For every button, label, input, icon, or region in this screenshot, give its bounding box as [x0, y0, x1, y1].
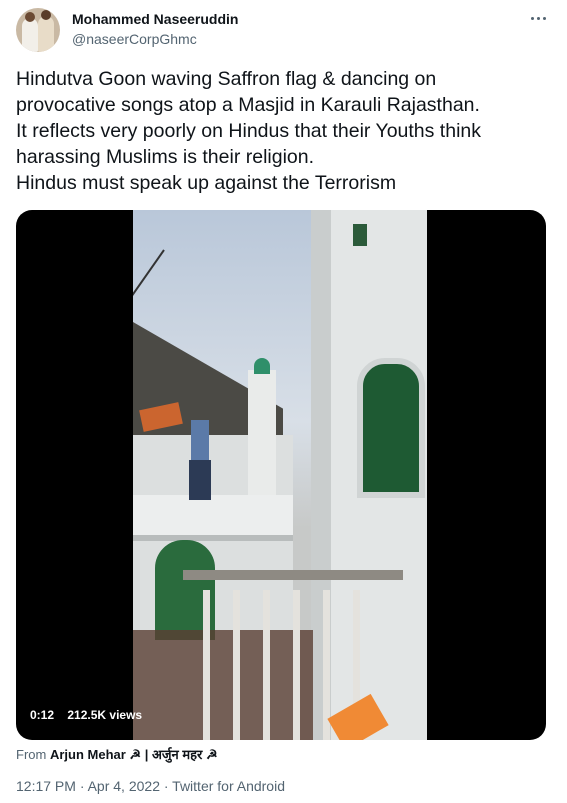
attribution-prefix: From: [16, 747, 47, 762]
video-stats: 0:12 212.5K views: [30, 708, 152, 722]
video-attribution: From Arjun Mehar ☭ | अर्जुन महर ☭: [16, 745, 218, 763]
tweet-text: Hindutva Goon waving Saffron flag & danc…: [16, 68, 482, 194]
author-name[interactable]: Mohammed Naseeruddin: [72, 11, 238, 27]
tweet-meta[interactable]: 12:17 PM · Apr 4, 2022 · Twitter for And…: [16, 778, 285, 794]
video-frame: [133, 210, 427, 740]
author-handle[interactable]: @naseerCorpGhmc: [72, 31, 197, 47]
video-views: 212.5K views: [67, 708, 143, 722]
more-options-icon[interactable]: [526, 6, 550, 30]
attribution-source-link[interactable]: Arjun Mehar ☭ | अर्जुन महर ☭: [50, 747, 218, 762]
avatar[interactable]: [16, 8, 60, 52]
video-player[interactable]: 0:12 212.5K views: [16, 210, 546, 740]
video-duration: 0:12: [30, 708, 55, 722]
